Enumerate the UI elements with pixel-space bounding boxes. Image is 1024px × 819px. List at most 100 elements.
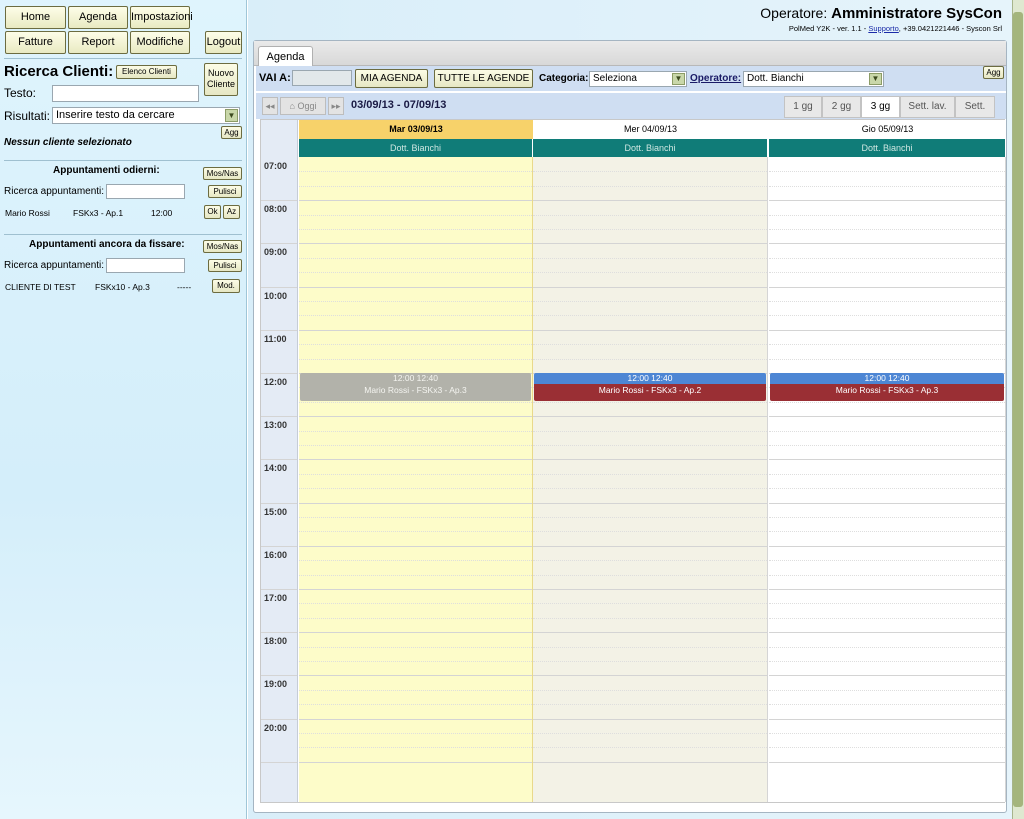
hour-line — [769, 459, 1005, 461]
appointment-time: 12:00 — [151, 208, 173, 218]
tab-agenda[interactable]: Agenda — [258, 46, 313, 67]
slot-line — [533, 272, 767, 274]
slot-line — [299, 473, 532, 475]
agg-agenda-button[interactable]: Agg — [983, 66, 1004, 79]
hour-label: 19:00 — [264, 679, 288, 690]
hour-line — [299, 416, 532, 418]
ricerca-fissare-input[interactable] — [106, 258, 185, 273]
hour-line — [299, 243, 532, 245]
day-column[interactable] — [533, 157, 768, 802]
slot-line — [769, 574, 1005, 576]
mosnas-fissare-button[interactable]: Mos/Nas — [203, 240, 242, 253]
mosnas-odierni-button[interactable]: Mos/Nas — [203, 167, 242, 180]
next-icon[interactable]: ▸▸ — [328, 97, 344, 115]
operator-header: Dott. Bianchi — [299, 139, 533, 157]
scrollbar-thumb[interactable] — [1013, 12, 1023, 807]
day-header[interactable]: Mer 04/09/13 — [533, 120, 768, 139]
appointment-event[interactable]: 12:00 12:40 Mario Rossi - FSKx3 - Ap.2 — [534, 373, 766, 401]
hour-label: 15:00 — [264, 506, 288, 517]
nessun-cliente-text: Nessun cliente selezionato — [4, 137, 132, 148]
event-time: 12:00 12:40 — [770, 373, 1004, 384]
appuntamenti-odierni-title: Appuntamenti odierni: — [53, 165, 160, 176]
appointment-time: ----- — [177, 282, 192, 292]
logout-button[interactable]: Logout — [205, 31, 242, 54]
hour-label: 10:00 — [264, 290, 288, 301]
modifiche-button[interactable]: Modifiche — [130, 31, 190, 54]
mia-agenda-button[interactable]: MIA AGENDA — [355, 69, 428, 88]
hour-label: 14:00 — [264, 463, 288, 474]
hour-divider — [261, 632, 297, 634]
slot-line — [299, 689, 532, 691]
hour-divider — [261, 502, 297, 504]
event-title: Mario Rossi - FSKx3 - Ap.3 — [300, 384, 531, 401]
hour-divider — [261, 589, 297, 590]
slot-line — [769, 488, 1005, 490]
day-header[interactable]: Gio 05/09/13 — [769, 120, 1006, 139]
hour-line — [533, 502, 767, 504]
operatore-select[interactable]: Dott. Bianchi ▼ — [743, 71, 884, 87]
pulisci-fissare-button[interactable]: Pulisci — [208, 259, 242, 272]
ricerca-odierni-input[interactable] — [106, 184, 185, 199]
supporto-link[interactable]: Supporto — [868, 24, 898, 33]
vertical-scrollbar[interactable] — [1012, 0, 1024, 819]
impostazioni-button[interactable]: Impostazioni — [130, 6, 193, 29]
previous-icon[interactable]: ◂◂ — [262, 97, 278, 115]
pulisci-odierni-button[interactable]: Pulisci — [208, 185, 242, 198]
hour-line — [769, 286, 1005, 288]
report-button[interactable]: Report — [68, 31, 128, 54]
hour-line — [533, 718, 767, 720]
elenco-clienti-button[interactable]: Elenco Clienti — [116, 65, 177, 79]
view-1gg-button[interactable]: 1 gg — [784, 96, 822, 118]
testo-input[interactable] — [52, 85, 199, 102]
slot-line — [533, 661, 767, 662]
slot-line — [533, 517, 767, 518]
nuovo-cliente-button[interactable]: Nuovo Cliente — [204, 63, 238, 96]
slot-line — [533, 358, 767, 360]
oggi-button[interactable]: ⌂ Oggi — [280, 97, 326, 115]
hour-label: 18:00 — [264, 636, 288, 647]
home-button[interactable]: Home — [5, 6, 66, 29]
slot-line — [533, 603, 767, 605]
operatore-filter-label[interactable]: Operatore: — [690, 73, 741, 84]
operatore-label: Operatore: — [760, 5, 828, 21]
categoria-select[interactable]: Seleziona ▼ — [589, 71, 687, 87]
divider — [4, 58, 242, 59]
slot-line — [299, 430, 532, 432]
vai-a-input[interactable] — [292, 70, 352, 86]
slot-line — [533, 488, 767, 490]
slot-line — [299, 272, 532, 274]
hour-line — [533, 675, 767, 677]
agenda-button[interactable]: Agenda — [68, 6, 128, 29]
hour-divider — [261, 243, 297, 245]
day-header[interactable]: Mar 03/09/13 — [299, 120, 533, 139]
view-2gg-button[interactable]: 2 gg — [822, 96, 861, 118]
home-icon: ⌂ — [289, 101, 295, 111]
appointment-event[interactable]: 12:00 12:40 Mario Rossi - FSKx3 - Ap.3 — [770, 373, 1004, 401]
hour-line — [769, 545, 1005, 547]
operator-header: Dott. Bianchi — [769, 139, 1006, 157]
slot-line — [299, 488, 532, 490]
agg-risultati-button[interactable]: Agg — [221, 126, 242, 139]
slot-line — [299, 560, 532, 562]
calendar-grid: 07:00 08:00 09:00 10:00 11:00 12:00 13:00 14:00… — [260, 119, 1006, 803]
view-sett-lav-button[interactable]: Sett. lav. — [900, 96, 955, 118]
view-3gg-button[interactable]: 3 gg — [861, 96, 900, 118]
hour-label: 20:00 — [264, 722, 288, 733]
day-column[interactable] — [299, 157, 533, 802]
day-column[interactable] — [769, 157, 1006, 802]
risultati-select[interactable]: Inserire testo da cercare ▼ — [52, 107, 240, 124]
mod-button[interactable]: Mod. — [212, 279, 240, 293]
ok-button[interactable]: Ok — [204, 205, 221, 219]
fatture-button[interactable]: Fatture — [5, 31, 66, 54]
appointment-event[interactable]: 12:00 12:40 Mario Rossi - FSKx3 - Ap.3 — [300, 373, 531, 401]
hour-line — [299, 286, 532, 288]
tutte-agende-button[interactable]: TUTTE LE AGENDE — [434, 69, 533, 88]
operator-header: Dott. Bianchi — [533, 139, 768, 157]
hour-divider — [261, 761, 297, 763]
slot-line — [299, 445, 532, 446]
view-sett-button[interactable]: Sett. — [955, 96, 995, 118]
az-button[interactable]: Az — [223, 205, 240, 219]
version-info: PolMed Y2K - ver. 1.1 - Supporto, +39.04… — [789, 24, 1002, 33]
hour-divider — [261, 545, 297, 547]
slot-line — [533, 430, 767, 432]
